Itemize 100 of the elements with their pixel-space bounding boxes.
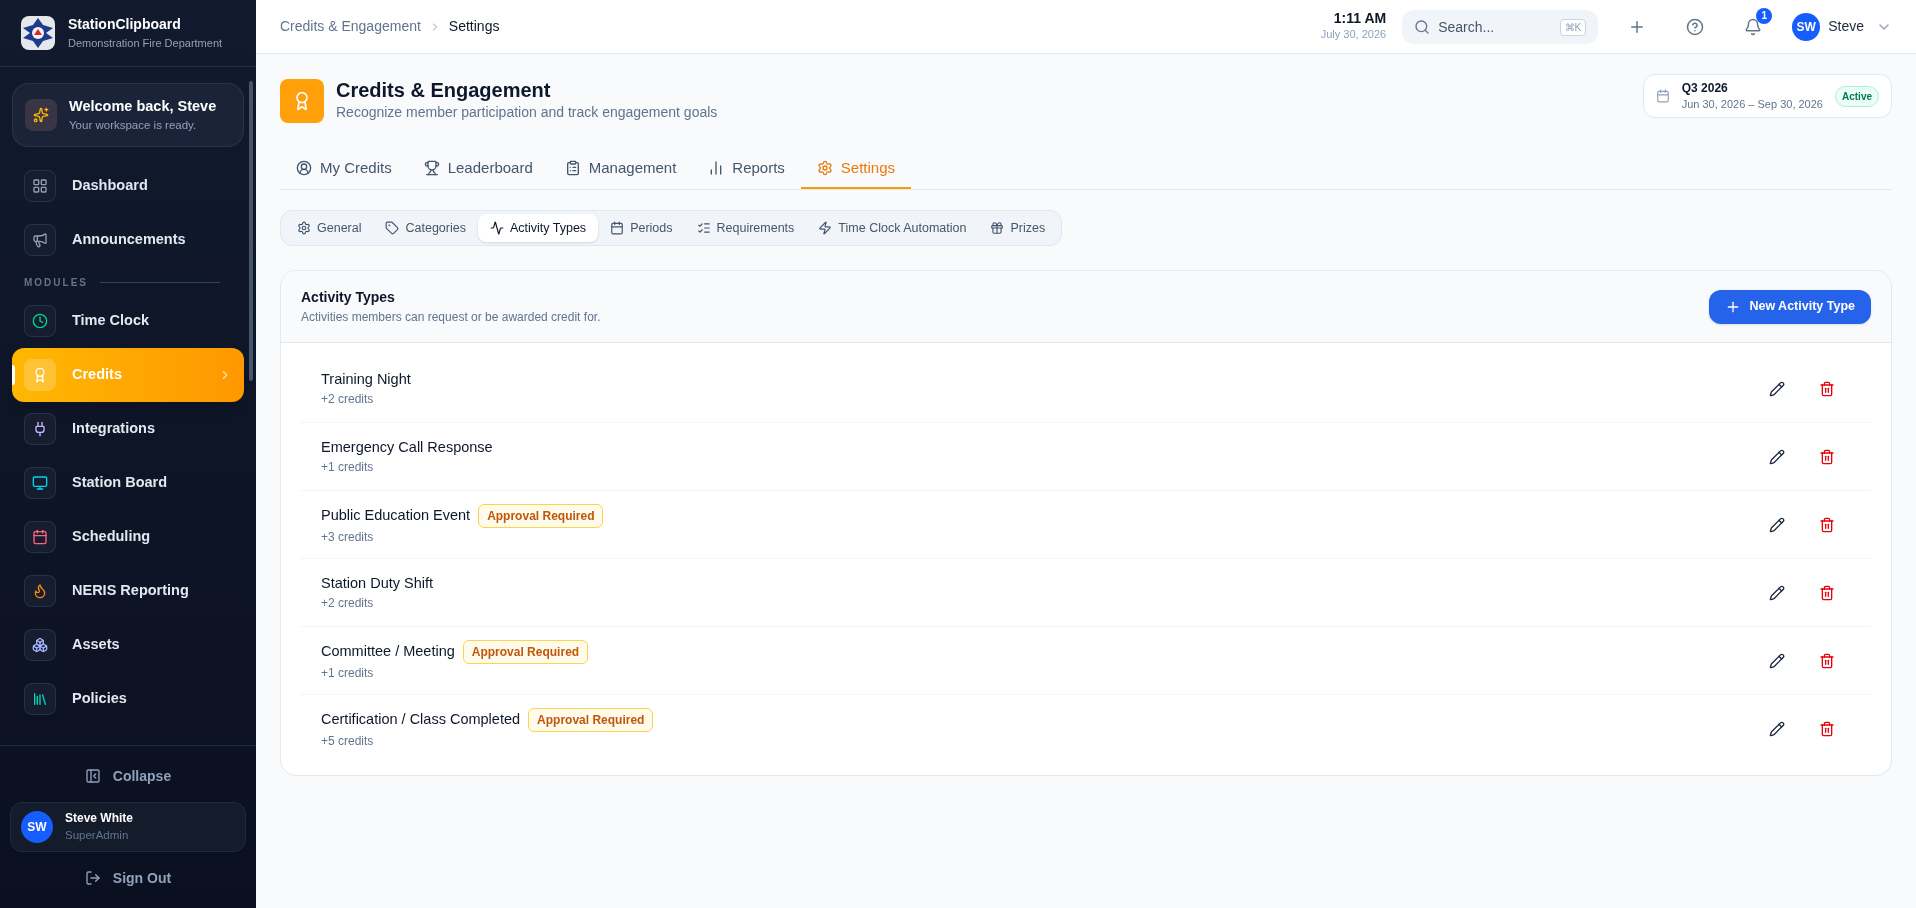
delete-icon[interactable] [1819, 380, 1835, 397]
trophy-icon [423, 160, 440, 176]
activity-credits: +2 credits [321, 391, 375, 409]
nav-item[interactable]: Dashboard [12, 159, 244, 213]
period-name: Q3 2026 [1681, 79, 1729, 96]
tab[interactable]: My Credits [280, 149, 408, 189]
delete-icon[interactable] [1819, 652, 1835, 669]
flame-icon [32, 583, 48, 599]
user-name: Steve [1828, 17, 1864, 36]
nav-item[interactable]: Announcements [12, 213, 244, 267]
app-name: StationClipboard [68, 15, 182, 35]
tag-icon [385, 221, 400, 235]
clock-icon [32, 313, 48, 329]
user-icon [296, 160, 312, 176]
settings-icon [297, 221, 311, 235]
user-menu[interactable]: SW Steve [1792, 12, 1892, 41]
sign-out-button[interactable]: Sign Out [84, 860, 172, 896]
collapse-icon [84, 768, 101, 784]
boxes-icon [32, 637, 48, 653]
nav-item[interactable]: Policies [12, 672, 244, 726]
nav-item[interactable]: Assets [12, 618, 244, 672]
logo-icon [20, 15, 56, 51]
breadcrumb[interactable]: Credits & Engagement [280, 16, 421, 37]
subtab[interactable]: Requirements [684, 214, 807, 242]
award-icon [32, 367, 48, 383]
activity-credits: +1 credits [321, 459, 375, 477]
edit-icon[interactable] [1769, 584, 1785, 601]
edit-icon[interactable] [1769, 721, 1785, 737]
welcome-subtitle: Your workspace is ready. [69, 118, 198, 134]
period-range: Jun 30, 2026 – Sep 30, 2026 [1681, 96, 1823, 112]
section-label: MODULES [24, 276, 88, 290]
edit-icon[interactable] [1769, 448, 1785, 465]
status-badge: Active [1835, 85, 1879, 107]
subtab[interactable]: Categories [373, 214, 478, 242]
clipboard-icon [564, 160, 581, 176]
notification-icon[interactable] [1744, 17, 1763, 36]
nav-item[interactable]: NERIS Reporting [12, 564, 244, 618]
help-icon[interactable] [1686, 17, 1705, 36]
gift-icon [990, 221, 1005, 235]
activity-name: Emergency Call Response [321, 437, 493, 457]
page-title: Credits & Engagement [336, 78, 552, 102]
new-activity-type-button[interactable]: New Activity Type [1709, 289, 1871, 324]
monitor-icon [32, 475, 48, 491]
search-icon [1414, 18, 1431, 35]
tab[interactable]: Reports [692, 149, 801, 189]
activity-credits: +2 credits [321, 595, 375, 613]
approval-badge: Approval Required [478, 503, 604, 528]
megaphone-icon [32, 232, 48, 248]
sign-out-icon [84, 870, 101, 886]
tab[interactable]: Management [548, 149, 693, 189]
sparkle-icon [33, 107, 49, 123]
calendar-icon [32, 529, 48, 545]
grid-icon [32, 178, 48, 194]
plug-icon [32, 421, 48, 437]
user-name: Steve White [65, 810, 133, 828]
edit-icon[interactable] [1769, 652, 1785, 669]
org-name: Demonstration Fire Department [68, 36, 223, 52]
settings-icon [816, 160, 833, 176]
card-title: Activity Types [301, 288, 396, 307]
subtab[interactable]: General [285, 214, 374, 242]
nav-item[interactable]: Integrations [12, 402, 244, 456]
edit-icon[interactable] [1769, 516, 1785, 533]
approval-badge: Approval Required [462, 639, 589, 664]
clock-time: 1:11 AM [1333, 10, 1387, 27]
welcome-title: Welcome back, Steve [69, 96, 217, 116]
user-avatar: SW [21, 811, 53, 843]
active-indicator [12, 365, 15, 385]
collapse-button[interactable]: Collapse [84, 758, 172, 794]
card-subtitle: Activities members can request or be awarded credit for. [301, 309, 601, 326]
calendar-icon [1655, 89, 1670, 103]
delete-icon[interactable] [1819, 516, 1835, 533]
clock-date: July 30, 2026 [1320, 27, 1387, 43]
calendar-icon [610, 221, 625, 235]
tab[interactable]: Leaderboard [407, 149, 549, 189]
user-avatar: SW [1792, 12, 1821, 41]
subtab[interactable]: Prizes [978, 214, 1058, 242]
checklist-icon [696, 221, 711, 235]
nav-item[interactable]: Time Clock [12, 294, 244, 348]
subtab[interactable]: Activity Types [477, 214, 599, 242]
edit-icon[interactable] [1769, 380, 1785, 397]
nav-item[interactable]: Station Board [12, 456, 244, 510]
activity-name: Station Duty Shift [321, 573, 434, 593]
user-role: SuperAdmin [65, 828, 130, 844]
activity-credits: +5 credits [321, 733, 375, 750]
activity-name: Training Night [321, 369, 411, 389]
breadcrumb: Settings [448, 17, 500, 36]
delete-icon[interactable] [1819, 584, 1835, 601]
page-subtitle: Recognize member participation and track engagement goals [336, 103, 718, 122]
activity-icon [489, 221, 504, 235]
delete-icon[interactable] [1819, 448, 1835, 465]
subtab[interactable]: Time Clock Automation [806, 214, 979, 242]
subtab[interactable]: Periods [598, 214, 685, 242]
activity-name: Public Education Event [321, 505, 471, 525]
delete-icon[interactable] [1819, 721, 1835, 737]
library-icon [32, 691, 48, 707]
approval-badge: Approval Required [528, 708, 654, 732]
lightning-icon [818, 221, 833, 235]
notification-badge: 1 [1756, 7, 1773, 24]
nav-item[interactable]: Scheduling [12, 510, 244, 564]
activity-name: Certification / Class Completed [321, 710, 521, 730]
